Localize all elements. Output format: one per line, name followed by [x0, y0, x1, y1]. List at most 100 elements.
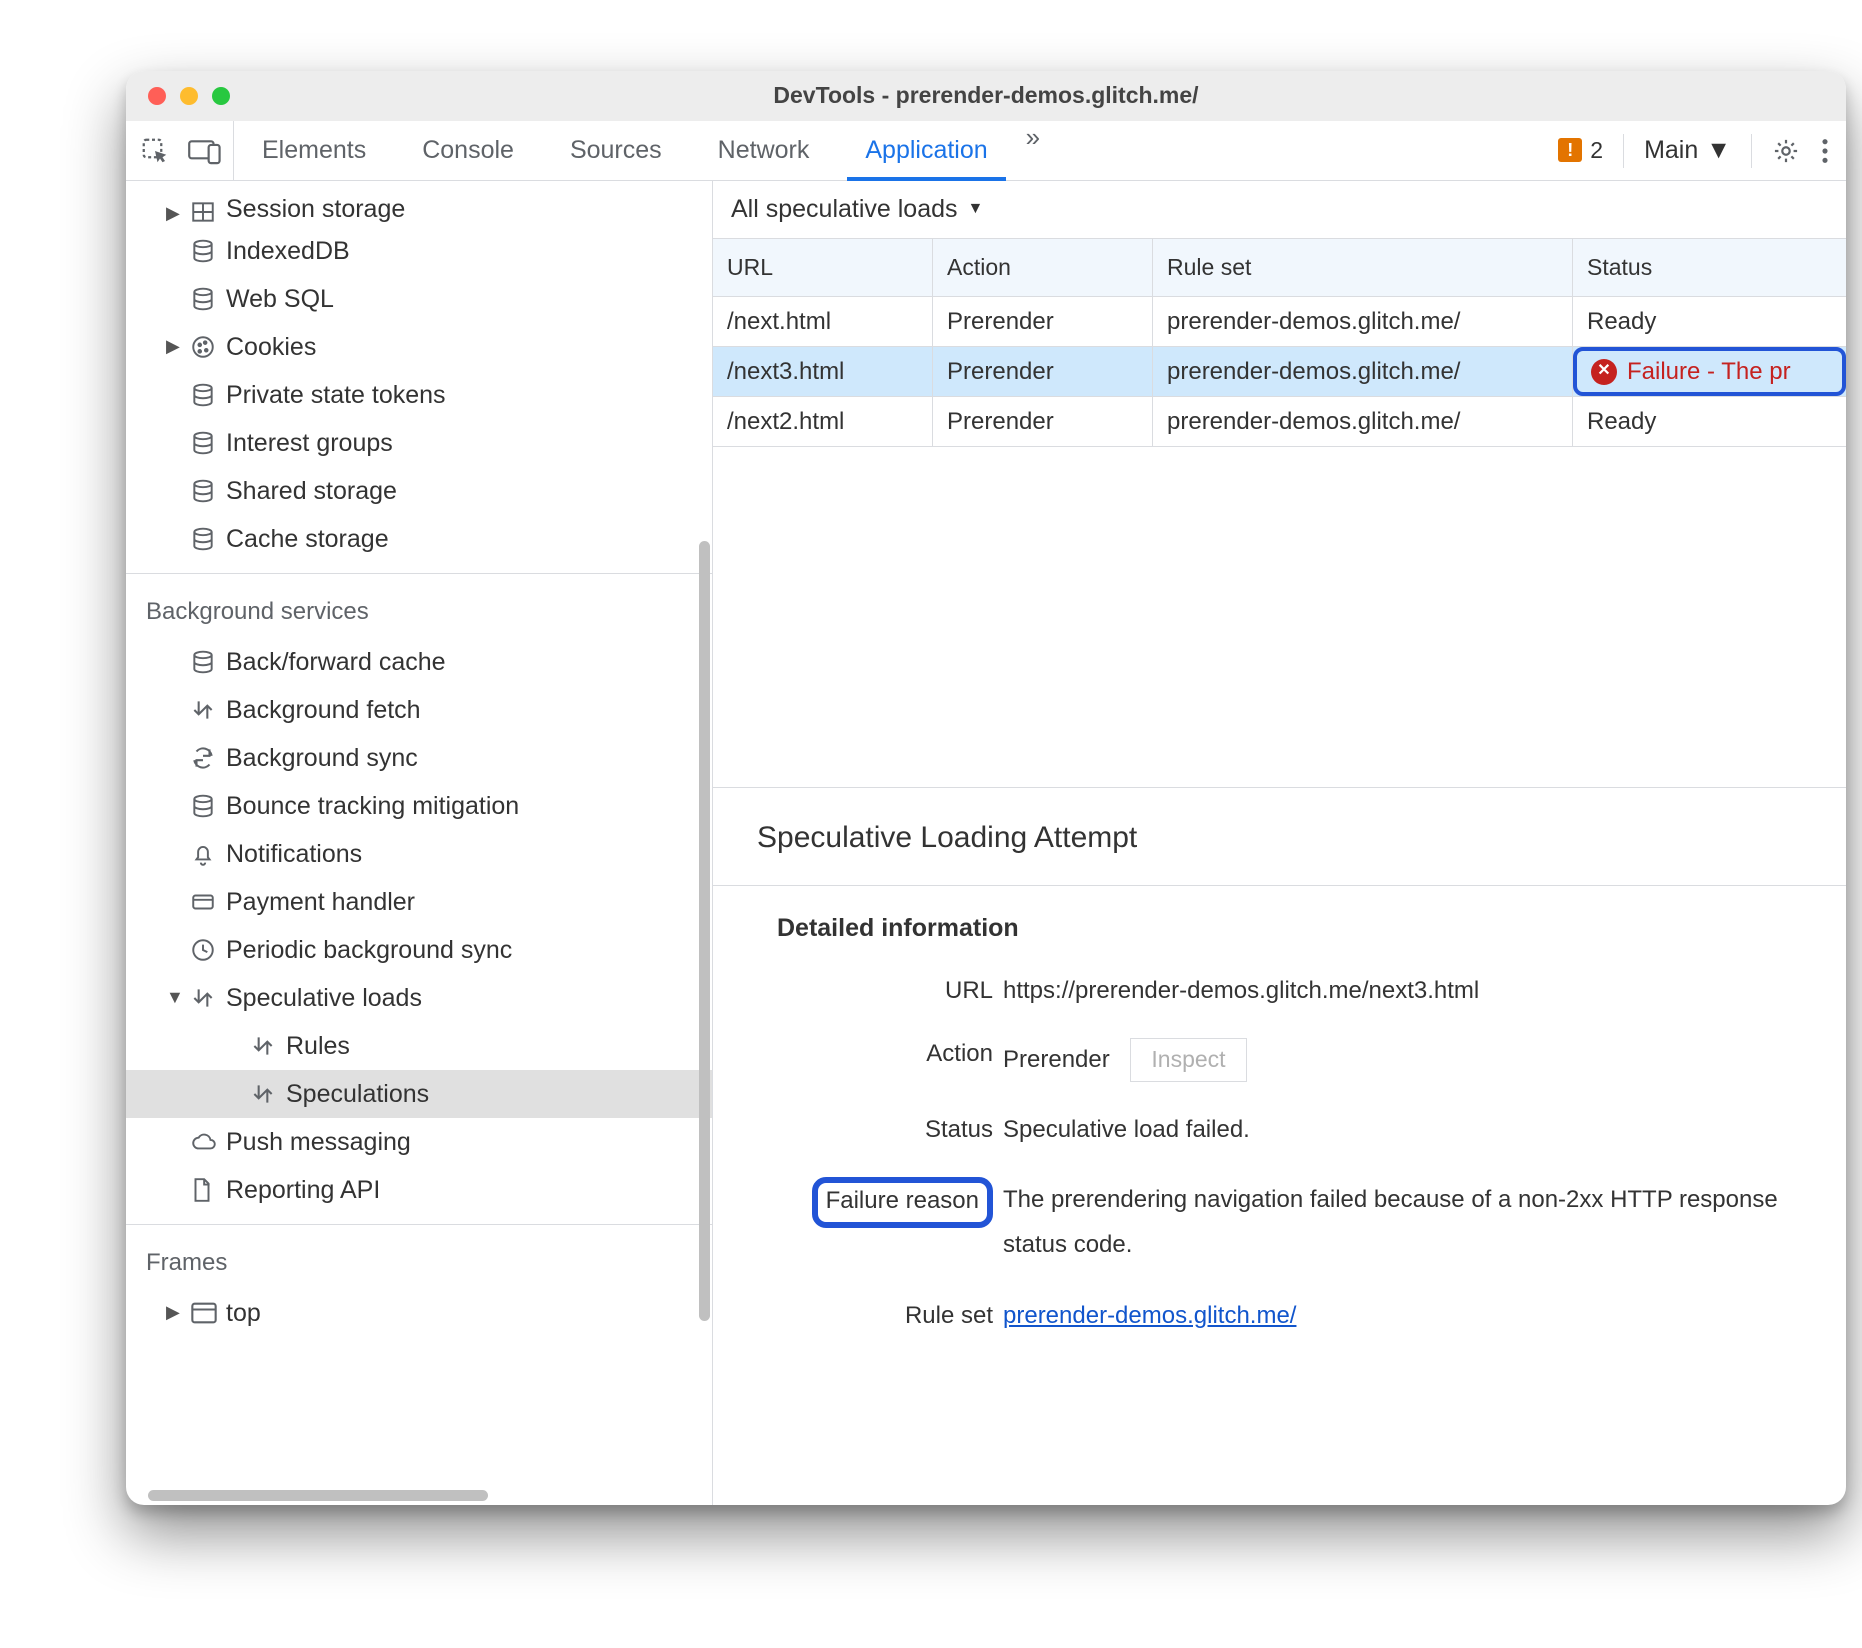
more-options-button[interactable] — [1820, 137, 1830, 165]
cell-ruleset: prerender-demos.glitch.me/ — [1153, 297, 1573, 346]
toolbar: Elements Console Sources Network Applica… — [126, 121, 1846, 181]
issues-button[interactable]: ! 2 — [1558, 136, 1603, 166]
target-selector[interactable]: Main ▼ — [1644, 134, 1731, 167]
cell-action: Prerender — [933, 397, 1153, 446]
clock-icon — [190, 937, 226, 963]
tree-label: Bounce tracking mitigation — [226, 790, 519, 823]
value-action: Prerender Inspect — [1003, 1038, 1816, 1082]
tree-label: Shared storage — [226, 475, 397, 508]
settings-button[interactable] — [1772, 137, 1800, 165]
database-icon — [190, 238, 226, 264]
application-sidebar: ▶ Session storage IndexedDB Web SQL ▶ Co… — [126, 181, 713, 1505]
label-failure-reason: Failure reason — [713, 1177, 993, 1268]
detail-grid: URL https://prerender-demos.glitch.me/ne… — [713, 965, 1846, 1332]
database-icon — [190, 793, 226, 819]
expand-icon: ▶ — [166, 335, 190, 358]
tree-label: Reporting API — [226, 1174, 380, 1207]
tree-label: Background fetch — [226, 694, 421, 727]
cell-ruleset: prerender-demos.glitch.me/ — [1153, 397, 1573, 446]
cell-url: /next.html — [713, 297, 933, 346]
titlebar: DevTools - prerender-demos.glitch.me/ — [126, 71, 1846, 121]
database-icon — [190, 649, 226, 675]
cell-url: /next2.html — [713, 397, 933, 446]
tree-item-cache-storage[interactable]: Cache storage — [126, 515, 712, 563]
tree-label: Payment handler — [226, 886, 415, 919]
tree-label: Back/forward cache — [226, 646, 446, 679]
col-ruleset[interactable]: Rule set — [1153, 239, 1573, 296]
label-ruleset: Rule set — [713, 1300, 993, 1331]
tree-item-rules[interactable]: Rules — [126, 1022, 712, 1070]
inspect-element-icon[interactable] — [140, 136, 170, 166]
more-tabs-button[interactable]: » — [1016, 121, 1050, 180]
database-icon — [190, 478, 226, 504]
swap-vert-icon — [250, 1081, 286, 1107]
window-icon — [190, 1301, 226, 1325]
label-status: Status — [713, 1114, 993, 1145]
tree-item-cookies[interactable]: ▶ Cookies — [126, 323, 712, 371]
tree-label: Speculations — [286, 1078, 429, 1111]
tab-elements[interactable]: Elements — [234, 121, 394, 180]
swap-vert-icon — [250, 1033, 286, 1059]
cell-url: /next3.html — [713, 347, 933, 396]
tree-item-payment-handler[interactable]: Payment handler — [126, 878, 712, 926]
tab-console[interactable]: Console — [394, 121, 542, 180]
tree-item-indexeddb[interactable]: IndexedDB — [126, 227, 712, 275]
tree-label: Rules — [286, 1030, 350, 1063]
tree-item-top-frame[interactable]: ▶ top — [126, 1289, 712, 1337]
tab-network[interactable]: Network — [690, 121, 838, 180]
database-icon — [190, 382, 226, 408]
tree-item-speculative-loads[interactable]: ▼ Speculative loads — [126, 974, 712, 1022]
tree-item-bounce-tracking[interactable]: Bounce tracking mitigation — [126, 782, 712, 830]
panel-tabs: Elements Console Sources Network Applica… — [234, 121, 1050, 180]
col-status[interactable]: Status — [1573, 239, 1846, 296]
tree-item-push-messaging[interactable]: Push messaging — [126, 1118, 712, 1166]
col-url[interactable]: URL — [713, 239, 933, 296]
tree-item-background-sync[interactable]: Background sync — [126, 734, 712, 782]
tree-label: Push messaging — [226, 1126, 411, 1159]
table-row[interactable]: /next3.html Prerender prerender-demos.gl… — [713, 347, 1846, 397]
cell-action: Prerender — [933, 297, 1153, 346]
credit-card-icon — [190, 889, 226, 915]
devtools-window: DevTools - prerender-demos.glitch.me/ El… — [126, 71, 1846, 1505]
tree-item-session-storage[interactable]: ▶ Session storage — [126, 183, 712, 227]
value-ruleset-link[interactable]: prerender-demos.glitch.me/ — [1003, 1300, 1816, 1331]
inspect-button[interactable]: Inspect — [1130, 1038, 1246, 1082]
tab-sources[interactable]: Sources — [542, 121, 690, 180]
tree-item-private-state-tokens[interactable]: Private state tokens — [126, 371, 712, 419]
window-title: DevTools - prerender-demos.glitch.me/ — [126, 81, 1846, 111]
expand-icon: ▶ — [166, 1301, 190, 1324]
error-icon: ✕ — [1591, 359, 1617, 385]
swap-vert-icon — [190, 697, 226, 723]
detail-pane: Speculative Loading Attempt Detailed inf… — [713, 787, 1846, 1505]
filter-dropdown[interactable]: All speculative loads ▼ — [713, 181, 1846, 239]
tree-item-background-fetch[interactable]: Background fetch — [126, 686, 712, 734]
tree-item-notifications[interactable]: Notifications — [126, 830, 712, 878]
collapse-icon: ▼ — [166, 986, 190, 1009]
col-action[interactable]: Action — [933, 239, 1153, 296]
database-icon — [190, 286, 226, 312]
tree-item-speculations[interactable]: Speculations — [126, 1070, 712, 1118]
tree-item-bfcache[interactable]: Back/forward cache — [126, 638, 712, 686]
cell-status: ✕ Failure - The pr — [1573, 347, 1846, 396]
tree-item-shared-storage[interactable]: Shared storage — [126, 467, 712, 515]
expand-icon: ▶ — [166, 202, 190, 225]
sidebar-scrollbar-vertical[interactable] — [699, 541, 710, 1321]
tree-item-reporting-api[interactable]: Reporting API — [126, 1166, 712, 1214]
device-toolbar-icon[interactable] — [188, 136, 222, 166]
cell-status: Ready — [1573, 397, 1846, 446]
tree-label: Cookies — [226, 331, 316, 364]
tree-item-websql[interactable]: Web SQL — [126, 275, 712, 323]
target-label: Main — [1644, 134, 1698, 167]
section-frames: Frames — [126, 1237, 712, 1289]
sidebar-scrollbar-horizontal[interactable] — [148, 1490, 488, 1501]
tree-label: Notifications — [226, 838, 362, 871]
tree-item-periodic-sync[interactable]: Periodic background sync — [126, 926, 712, 974]
tree-label: Speculative loads — [226, 982, 422, 1015]
table-row[interactable]: /next2.html Prerender prerender-demos.gl… — [713, 397, 1846, 447]
failure-reason-highlight: Failure reason — [812, 1177, 993, 1228]
warning-icon: ! — [1558, 138, 1582, 162]
tab-application[interactable]: Application — [837, 121, 1015, 180]
table-row[interactable]: /next.html Prerender prerender-demos.gli… — [713, 297, 1846, 347]
separator — [1751, 134, 1752, 168]
tree-item-interest-groups[interactable]: Interest groups — [126, 419, 712, 467]
